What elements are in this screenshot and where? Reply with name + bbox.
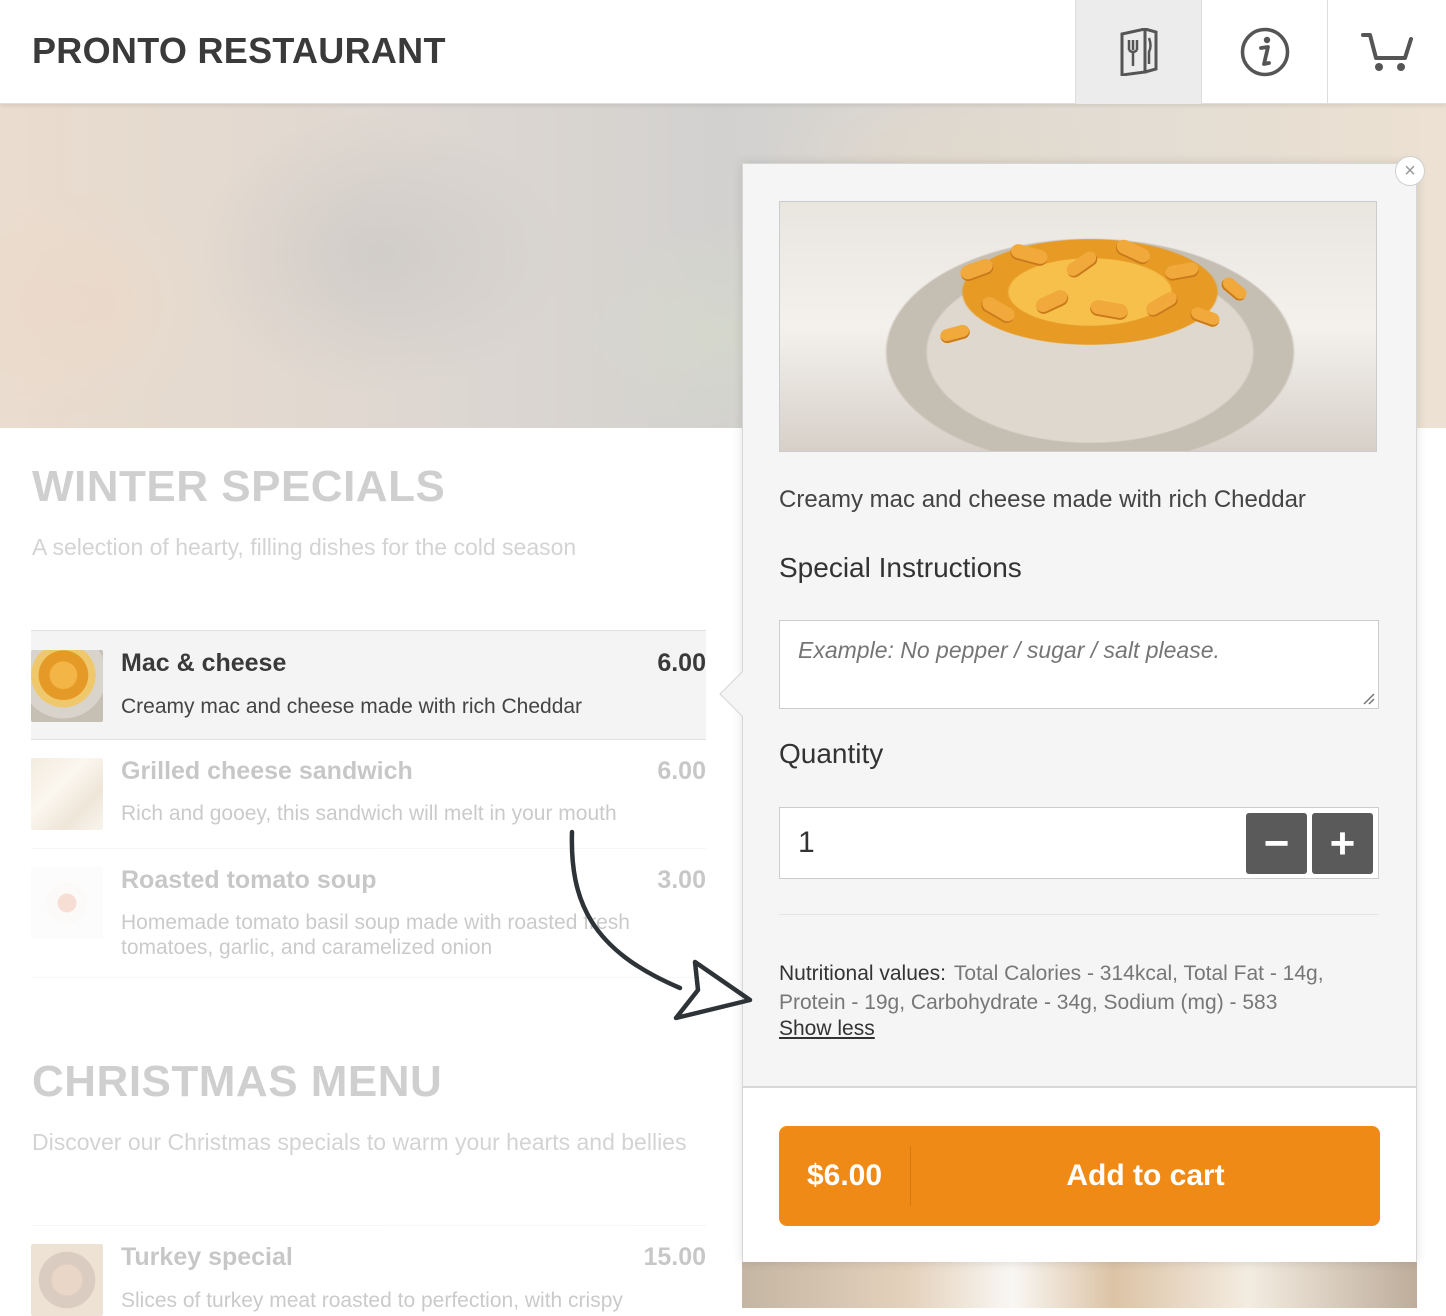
resize-handle-icon[interactable] <box>1361 691 1375 705</box>
popup-footer: $6.00 Add to cart <box>743 1086 1416 1262</box>
special-instructions-label: Special Instructions <box>779 552 1022 583</box>
section-title-winter-specials: WINTER SPECIALS <box>32 462 446 511</box>
close-popup-button[interactable]: × <box>1395 156 1425 186</box>
quantity-label: Quantity <box>779 738 884 769</box>
food-image-strip <box>742 1262 1417 1308</box>
menu-item-mac-and-cheese[interactable]: Mac & cheese 6.00 Creamy mac and cheese … <box>31 630 706 740</box>
item-price: 15.00 <box>643 1243 706 1271</box>
decrease-quantity-button[interactable]: − <box>1246 813 1307 874</box>
annotation-arrow-icon <box>569 829 753 1021</box>
item-price: 6.00 <box>657 757 706 785</box>
item-thumbnail <box>31 867 103 939</box>
top-bar: PRONTO RESTAURANT <box>0 0 1446 104</box>
menu-button[interactable] <box>1075 0 1201 104</box>
restaurant-name: PRONTO RESTAURANT <box>32 30 446 71</box>
section-title-christmas-menu: CHRISTMAS MENU <box>32 1057 443 1106</box>
cart-icon <box>1361 33 1413 71</box>
item-name: Grilled cheese sandwich <box>121 757 413 785</box>
cart-button[interactable] <box>1327 0 1446 104</box>
section-subtitle-winter-specials: A selection of hearty, filling dishes fo… <box>32 534 577 560</box>
menu-icon <box>1120 28 1157 76</box>
item-name: Mac & cheese <box>121 649 287 677</box>
item-thumbnail <box>31 650 103 722</box>
item-description: Slices of turkey meat roasted to perfect… <box>121 1289 623 1312</box>
item-name: Turkey special <box>121 1243 293 1271</box>
quantity-input[interactable]: 1 <box>798 826 815 860</box>
quantity-stepper: 1 − + <box>779 807 1379 879</box>
increase-quantity-button[interactable]: + <box>1312 813 1373 874</box>
nutritional-values: Nutritional values: Total Calories - 314k… <box>779 959 1379 1017</box>
nutrition-label: Nutritional values: <box>779 962 946 985</box>
section-subtitle-christmas-menu: Discover our Christmas specials to warm … <box>32 1129 687 1155</box>
menu-item-turkey-special[interactable]: Turkey special 15.00 Slices of turkey me… <box>31 1225 706 1316</box>
add-to-cart-label: Add to cart <box>1066 1159 1225 1192</box>
add-to-cart-button[interactable]: $6.00 Add to cart <box>779 1126 1380 1226</box>
info-button[interactable] <box>1201 0 1327 104</box>
item-price: 6.00 <box>657 649 706 677</box>
item-thumbnail <box>31 758 103 830</box>
dish-photo <box>779 201 1377 452</box>
popup-item-description: Creamy mac and cheese made with rich Che… <box>779 486 1306 513</box>
item-name: Roasted tomato soup <box>121 866 377 894</box>
special-instructions-input[interactable] <box>779 620 1379 709</box>
divider <box>779 914 1379 915</box>
cart-price: $6.00 <box>779 1146 911 1206</box>
info-icon <box>1240 27 1289 77</box>
show-less-link[interactable]: Show less <box>779 1017 875 1041</box>
item-thumbnail <box>31 1244 103 1316</box>
item-detail-popup: Creamy mac and cheese made with rich Che… <box>742 163 1417 1262</box>
item-description: Creamy mac and cheese made with rich Che… <box>121 695 583 718</box>
